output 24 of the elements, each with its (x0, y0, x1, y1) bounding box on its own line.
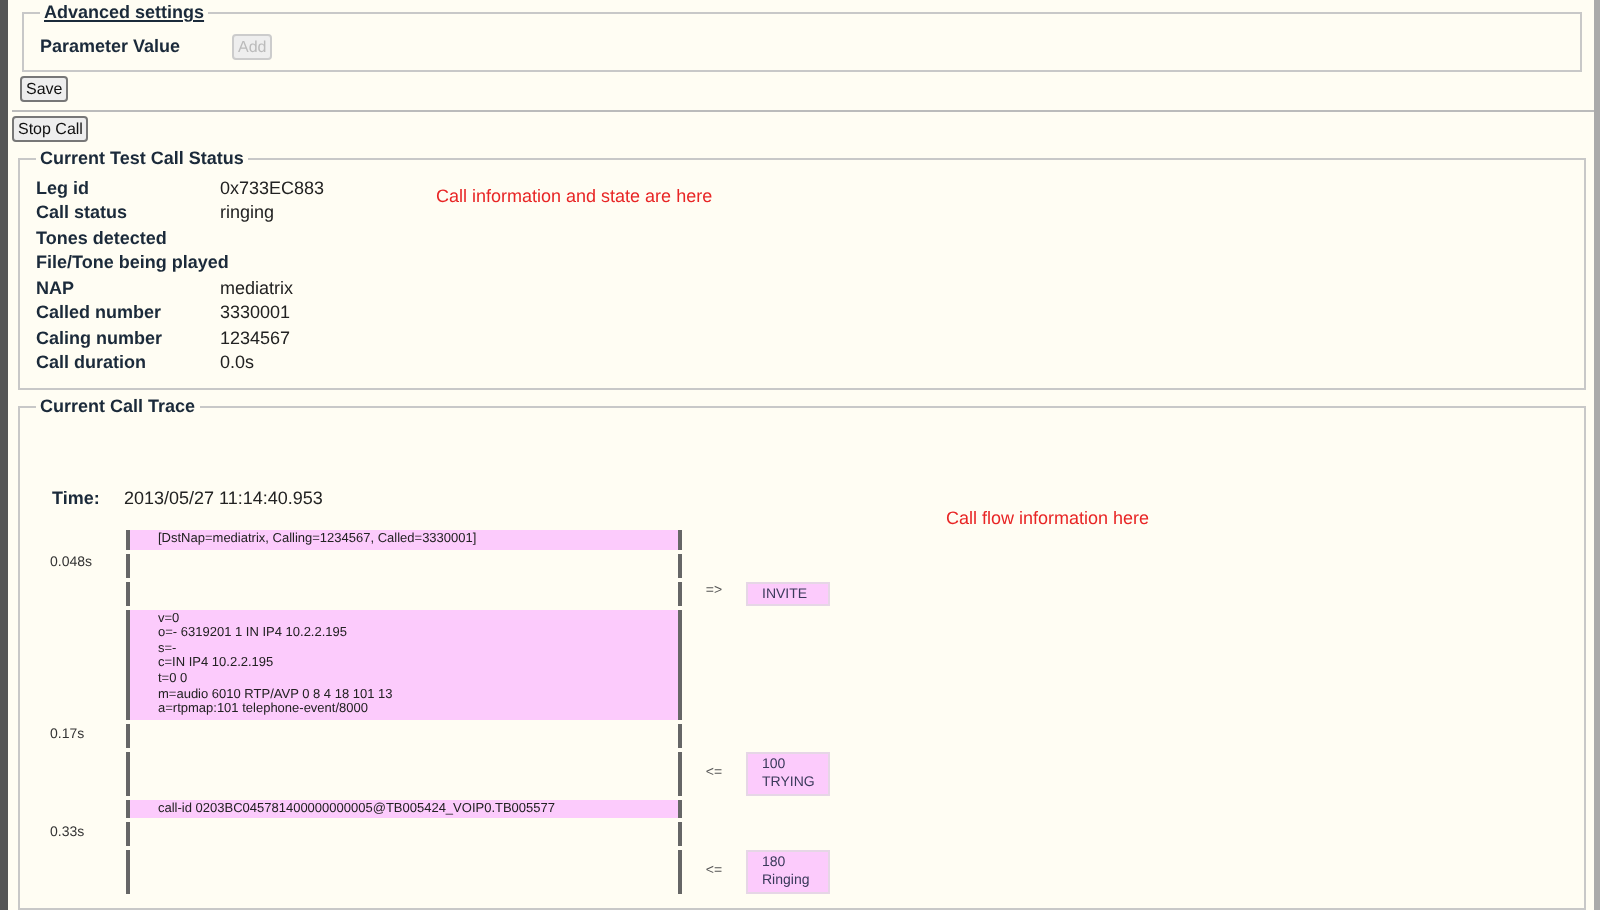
field-value: mediatrix (220, 275, 294, 300)
field-label: Call status (36, 200, 130, 225)
field-value: 0x733EC883 (220, 175, 325, 200)
field-label: File/Tone being played (36, 250, 229, 275)
save-button[interactable]: Save (20, 75, 69, 101)
field-value: ringing (220, 200, 275, 225)
field-value: 1234567 (220, 325, 291, 350)
annotation-text: Call flow information here (946, 506, 1150, 532)
field-label: NAP (36, 275, 77, 300)
field-label: Call duration (36, 350, 149, 375)
time-label: Time: (52, 485, 102, 511)
field-label: Parameter Value (40, 34, 183, 60)
time-value: 2013/05/27 11:14:40.953 (124, 485, 323, 511)
fieldset-legend: Current Test Call Status (36, 147, 248, 169)
field-label: Caling number (36, 325, 165, 350)
annotation-text: Call information and state are here (436, 183, 713, 209)
stop-call-button[interactable]: Stop Call (12, 116, 89, 142)
field-label: Called number (36, 300, 164, 325)
fieldset-legend: Current Call Trace (36, 395, 200, 417)
field-value: 3330001 (220, 300, 291, 325)
field-value: 0.0s (220, 350, 255, 375)
fieldset-legend: Advanced settings (40, 2, 209, 24)
field-label: Leg id (36, 175, 91, 200)
field-label: Tones detected (36, 225, 169, 250)
